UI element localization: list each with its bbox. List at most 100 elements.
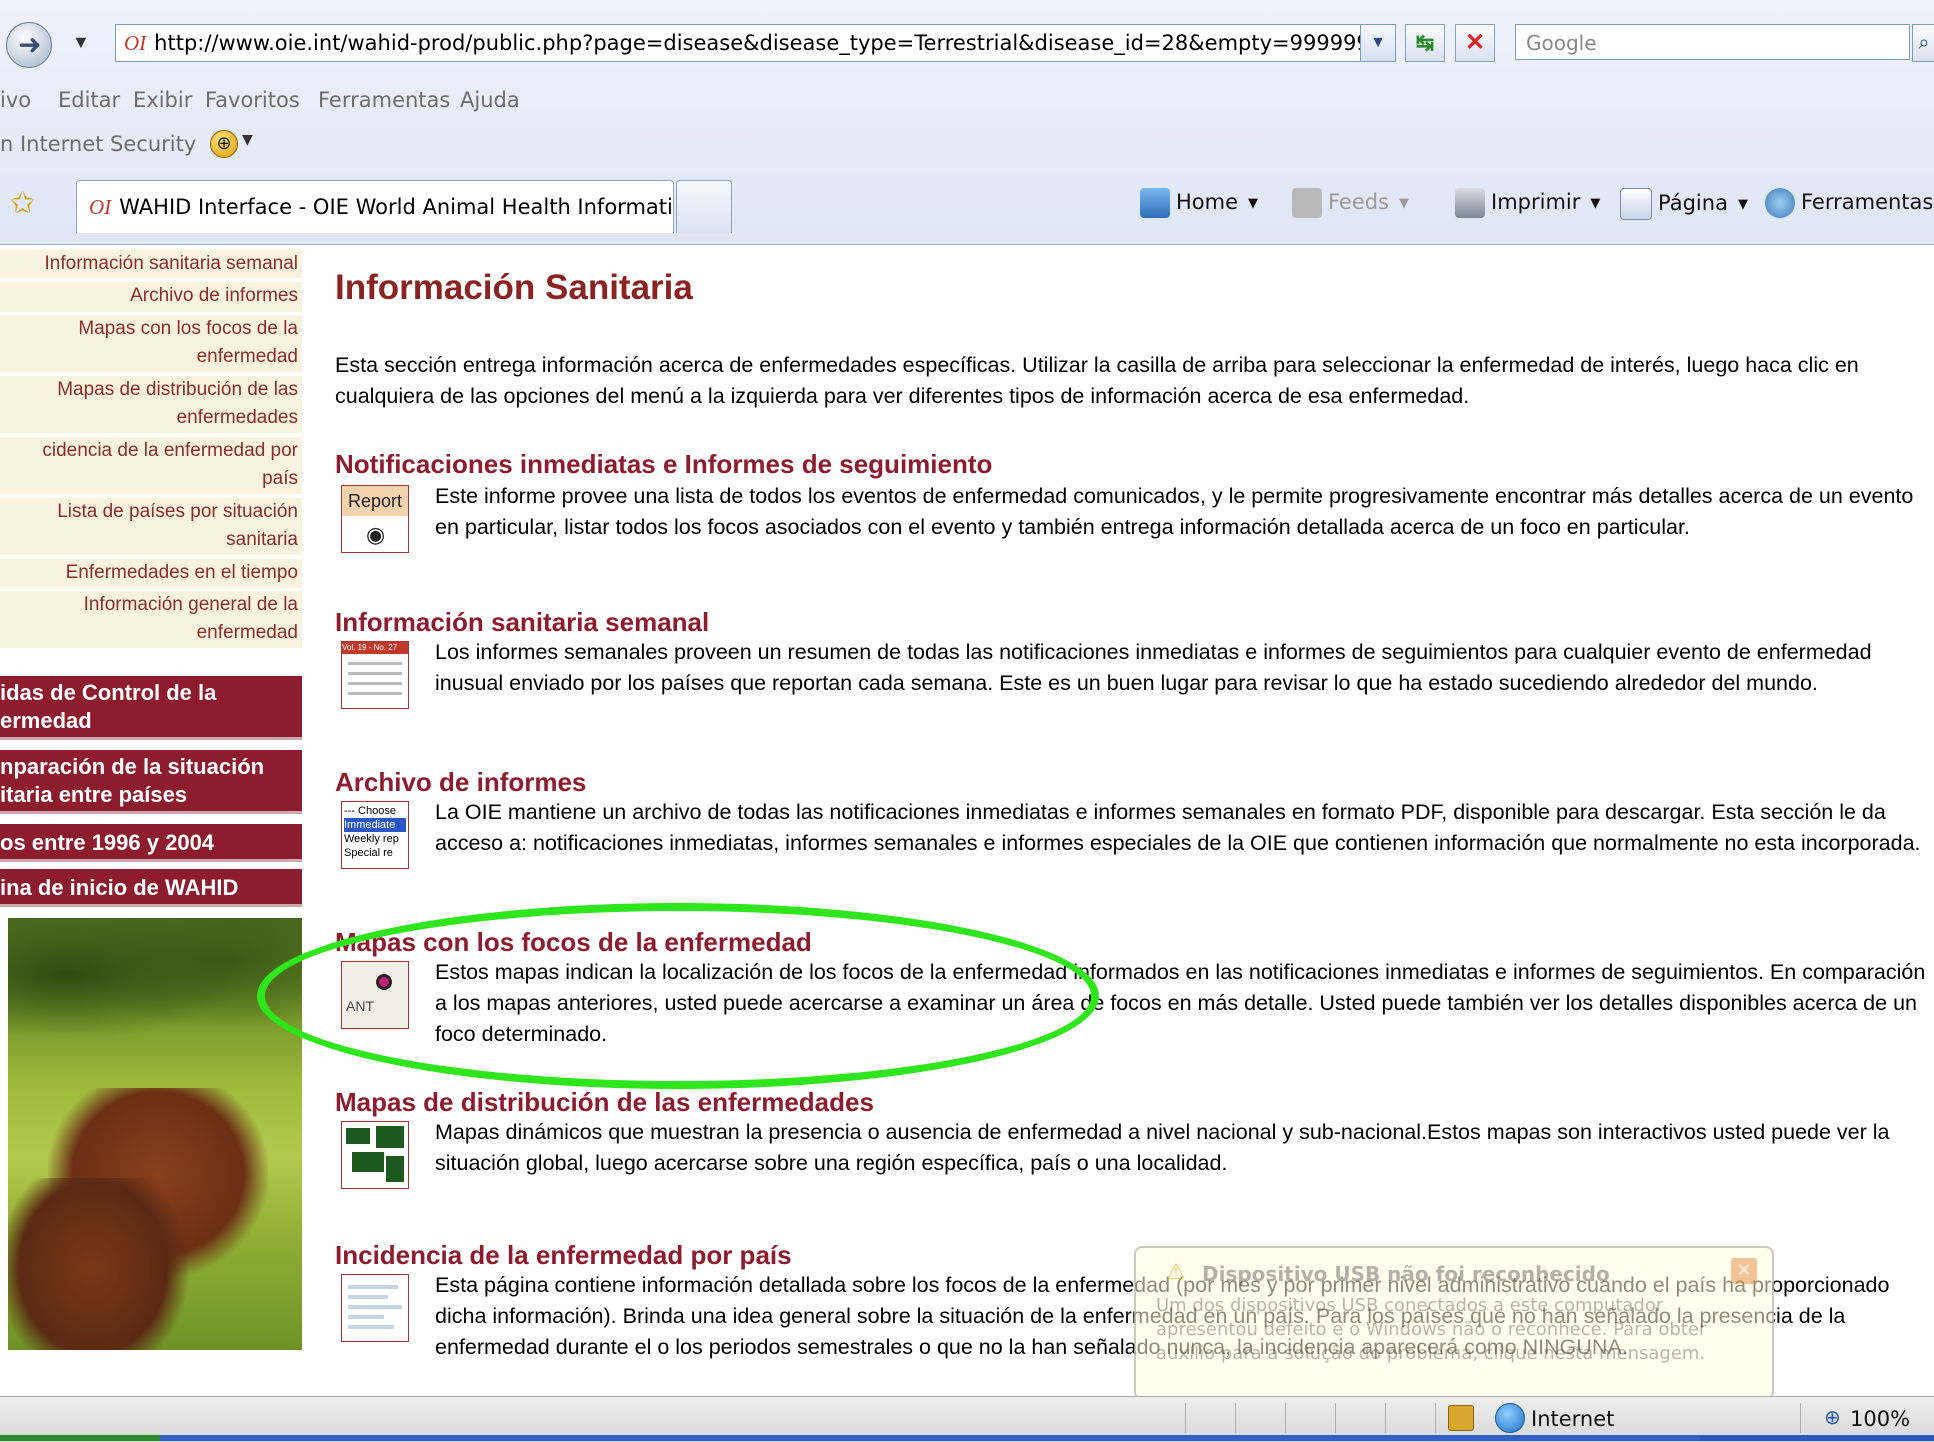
home-label: Home [1176, 190, 1239, 214]
sidebar-button-label: nparación de la situación [0, 754, 265, 779]
sidebar-item-incidence-by-country[interactable]: cidencia de la enfermedad por país [0, 437, 302, 495]
status-divider [1800, 1403, 1801, 1433]
map-region [346, 1128, 370, 1144]
sidebar-button-label: idas de Control de la [0, 680, 217, 705]
sidebar-item-country-list[interactable]: Lista de países por situación sanitaria [0, 498, 302, 556]
chevron-down-icon[interactable]: ▼ [1590, 196, 1600, 211]
thumbnail-line [348, 692, 402, 695]
page-button[interactable]: Página ▼ [1620, 188, 1748, 220]
tab-wahid[interactable]: OI WAHID Interface - OIE World Animal Hea… [76, 180, 674, 233]
outbreak-marker-icon [376, 974, 392, 990]
report-thumbnail-label: Report [342, 486, 408, 516]
archive-option: Weekly rep [344, 833, 399, 845]
notification-title: Dispositivo USB não foi reconhecido [1202, 1262, 1610, 1286]
section-heading-immediate-notifications[interactable]: Notificaciones inmediatas e Informes de … [335, 449, 992, 480]
sidebar-button-data-1996-2004[interactable]: os entre 1996 y 2004 [0, 824, 302, 862]
usb-notification-balloon[interactable]: ⚠ Dispositivo USB não foi reconhecido ✕ … [1134, 1246, 1774, 1400]
address-dropdown-button[interactable]: ▼ [1360, 24, 1396, 62]
map-region [352, 1152, 384, 1172]
sidebar-button-control-measures[interactable]: idas de Control de la ermedad [0, 676, 302, 740]
sidebar-item-weekly-info[interactable]: Información sanitaria semanal [0, 250, 302, 279]
distribution-map-thumbnail[interactable] [341, 1121, 409, 1189]
menu-item-edit[interactable]: Editar [58, 88, 120, 112]
menu-bar: ivo Editar Exibir Favoritos Ferramentas … [0, 82, 1934, 122]
sidebar-button-compare-countries[interactable]: nparación de la situación itaria entre pa… [0, 750, 302, 814]
zoom-level[interactable]: 100% [1850, 1407, 1910, 1431]
tools-label: Ferramentas [1801, 190, 1934, 214]
outbreak-map-thumbnail[interactable]: ANT [341, 961, 409, 1029]
eye-icon: ◉ [366, 522, 386, 547]
sidebar-item-outbreak-maps[interactable]: Mapas con los focos de la enfermedad [0, 315, 302, 373]
home-button[interactable]: Home ▼ [1140, 188, 1258, 218]
section-heading-incidence-by-country[interactable]: Incidencia de la enfermedad por país [335, 1240, 792, 1271]
main-content: Información Sanitaria Esta sección entre… [335, 245, 1934, 1359]
thumbnail-line [348, 1295, 388, 1299]
menu-item-file[interactable]: ivo [0, 88, 31, 112]
feeds-button[interactable]: Feeds ▼ [1292, 188, 1409, 218]
page-label: Página [1658, 191, 1728, 215]
section-heading-outbreak-maps[interactable]: Mapas con los focos de la enfermedad [335, 927, 812, 958]
sidebar-item-label: Información sanitaria semanal [44, 253, 298, 274]
sidebar-item-general-info[interactable]: Información general de la enfermedad [0, 591, 302, 649]
favorites-star-icon[interactable]: ✩ [10, 186, 35, 221]
section-heading-report-archive[interactable]: Archivo de informes [335, 767, 586, 798]
address-bar[interactable]: OI http://www.oie.int/wahid-prod/public.p… [115, 24, 1362, 62]
archive-option: --- Choose [344, 805, 396, 817]
browser-chrome: ➜ ▼ OI http://www.oie.int/wahid-prod/publ… [0, 0, 1934, 245]
search-input[interactable]: Google [1515, 24, 1910, 60]
notification-body: Um dos dispositivos USB conectados a est… [1156, 1295, 1707, 1364]
security-zone-label[interactable]: Internet [1531, 1407, 1614, 1431]
search-go-button[interactable]: ⌕ [1912, 24, 1934, 62]
security-globe-icon[interactable]: ⊕ [210, 130, 238, 158]
new-tab-button[interactable] [676, 180, 732, 233]
chevron-down-icon[interactable]: ▼ [1738, 197, 1748, 212]
chevron-down-icon[interactable]: ▼ [1248, 196, 1258, 211]
status-divider [1285, 1403, 1286, 1433]
chevron-down-icon[interactable]: ▼ [1399, 196, 1409, 211]
page-title: Información Sanitaria [335, 268, 693, 307]
back-button[interactable]: ➜ [6, 22, 52, 68]
history-dropdown-icon[interactable]: ▼ [72, 32, 90, 53]
chevron-down-icon[interactable]: ▼ [242, 132, 253, 148]
section-heading-weekly-info[interactable]: Información sanitaria semanal [335, 607, 709, 638]
warning-icon: ⚠ [1166, 1260, 1186, 1285]
weekly-report-thumbnail-label: Vol. 19 - No. 27 [342, 642, 408, 654]
menu-item-tools[interactable]: Ferramentas [318, 88, 450, 112]
section-heading-distribution-maps[interactable]: Mapas de distribución de las enfermedade… [335, 1087, 874, 1118]
sidebar-item-report-archive[interactable]: Archivo de informes [0, 282, 302, 313]
print-button[interactable]: Imprimir ▼ [1455, 188, 1600, 218]
section-text: Estos mapas indican la localización de l… [435, 960, 1926, 1046]
menu-item-help[interactable]: Ajuda [460, 88, 520, 112]
menu-item-favorites[interactable]: Favoritos [205, 88, 300, 112]
thumbnail-line [348, 682, 402, 685]
stop-button[interactable]: ✕ [1455, 24, 1495, 62]
archive-thumbnail[interactable]: --- Choose Immediate Weekly rep Special … [341, 801, 409, 869]
incidence-thumbnail[interactable] [341, 1274, 409, 1342]
archive-option: Immediate [344, 818, 406, 832]
tools-button[interactable]: Ferramentas [1765, 188, 1933, 218]
close-icon[interactable]: ✕ [1731, 1258, 1757, 1284]
printer-icon [1455, 188, 1485, 218]
sidebar-item-label: enfermedad [196, 346, 298, 367]
archive-option: Special re [344, 847, 393, 859]
section-text: Este informe provee una lista de todos l… [435, 484, 1914, 539]
section-text: Mapas dinámicos que muestran la presenci… [435, 1120, 1890, 1175]
status-divider [1335, 1403, 1336, 1433]
sidebar-item-diseases-over-time[interactable]: Enfermedades en el tiempo [0, 559, 302, 589]
sidebar-item-label: Información general de la [83, 594, 298, 615]
weekly-report-thumbnail[interactable]: Vol. 19 - No. 27 [341, 641, 409, 709]
sidebar-item-distribution-maps[interactable]: Mapas de distribución de las enfermedades [0, 376, 302, 434]
menu-item-view[interactable]: Exibir [133, 88, 192, 112]
map-thumbnail-label: ANT [346, 998, 374, 1014]
section-text: La OIE mantiene un archivo de todas las … [435, 800, 1921, 855]
sidebar-item-label: enfermedad [196, 622, 298, 643]
sidebar-button-label: ermedad [0, 708, 92, 733]
sidebar-button-wahid-home[interactable]: ina de inicio de WAHID [0, 869, 302, 907]
lock-icon[interactable] [1448, 1405, 1474, 1431]
status-divider [1385, 1403, 1386, 1433]
refresh-button[interactable]: ↹ [1405, 24, 1445, 62]
zoom-icon[interactable]: ⊕ [1824, 1405, 1841, 1429]
sidebar-item-label: Lista de países por situación [57, 501, 298, 522]
report-thumbnail[interactable]: Report ◉ [341, 485, 409, 553]
thumbnail-line [348, 1305, 402, 1309]
